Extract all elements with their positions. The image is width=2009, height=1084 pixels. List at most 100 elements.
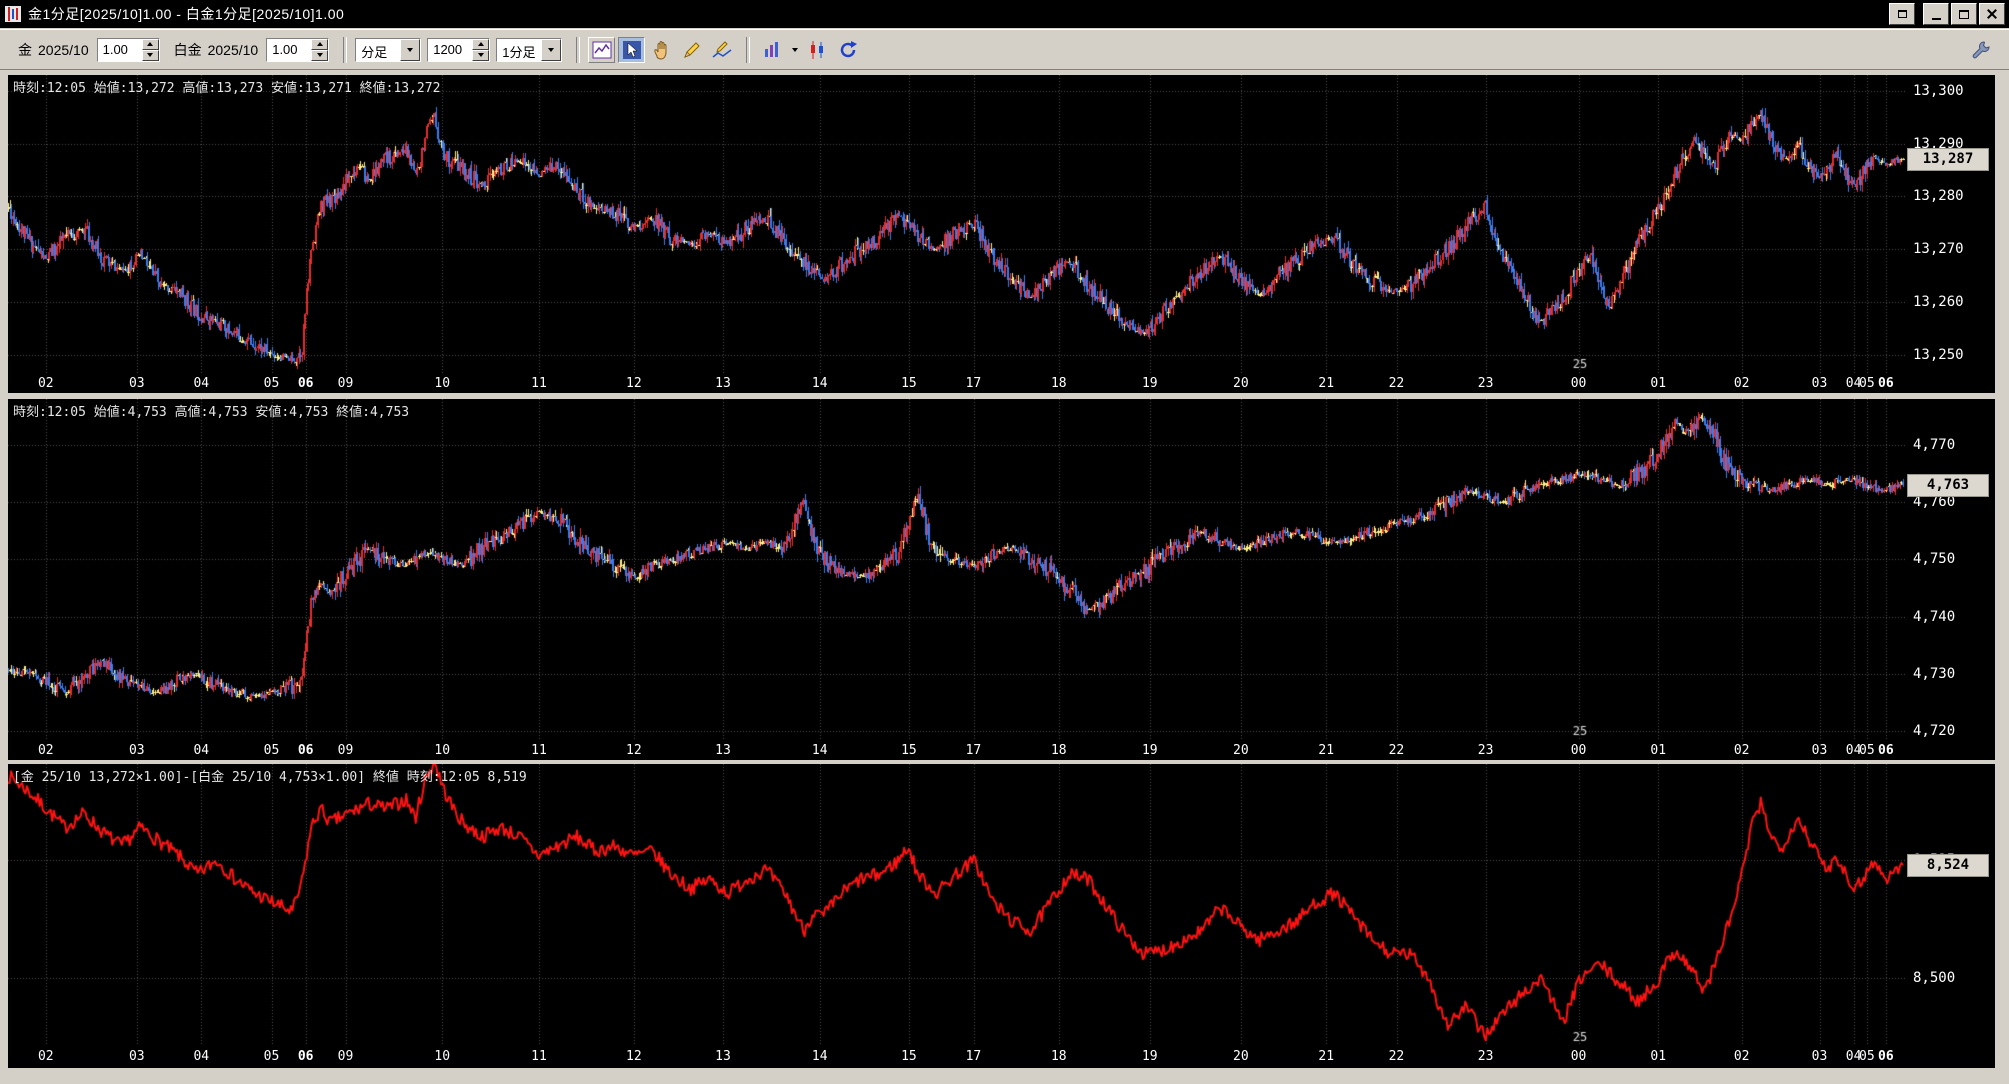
spin-up-button[interactable]: [311, 39, 328, 50]
gold-month[interactable]: 2025/10: [38, 42, 89, 58]
spin-down-button[interactable]: [472, 50, 489, 61]
spin-down-button[interactable]: [311, 50, 328, 61]
gold-candlestick-canvas[interactable]: [8, 75, 1905, 373]
x-tick-label: 05: [264, 743, 280, 758]
x-tick-label: 21: [1318, 1049, 1334, 1064]
platinum-month[interactable]: 2025/10: [208, 42, 259, 58]
y-tick-label: 4,730: [1913, 666, 1955, 682]
toolbar-separator: [343, 37, 347, 63]
x-tick-label: 05: [1859, 743, 1875, 758]
gold-multiplier-value[interactable]: 1.00: [98, 39, 142, 61]
close-button[interactable]: [1979, 3, 2005, 25]
x-tick-label: 00: [1571, 1049, 1587, 1064]
x-tick-label: 00: [1571, 376, 1587, 391]
x-tick-label: 15: [901, 376, 917, 391]
minimize-button[interactable]: [1923, 3, 1949, 25]
y-axis-gold: 13,30013,29013,28013,27013,26013,250: [1905, 75, 1995, 373]
x-tick-label: 20: [1233, 376, 1249, 391]
x-tick-label: 06: [298, 376, 314, 391]
chart-panel-platinum: 時刻:12:05 始値:4,753 高値:4,753 安値:4,753 終値:4…: [8, 399, 1995, 760]
x-tick-label: 02: [38, 376, 54, 391]
titlebar[interactable]: 金1分足[2025/10]1.00 - 白金1分足[2025/10]1.00: [0, 0, 2009, 28]
bar-count-value[interactable]: 1200: [428, 39, 472, 61]
last-price-badge-platinum: 4,763: [1907, 474, 1989, 497]
x-tick-label: 06: [298, 1049, 314, 1064]
platinum-label: 白金: [174, 40, 202, 60]
pan-tool[interactable]: [648, 37, 675, 63]
x-tick-label: 02: [1734, 376, 1750, 391]
x-tick-label: 13: [715, 743, 731, 758]
maximize-button[interactable]: [1951, 3, 1977, 25]
x-tick-label: 14: [812, 376, 828, 391]
x-tick-label: 03: [1812, 376, 1828, 391]
x-tick-label: 04: [193, 376, 209, 391]
chart-panel-gold: 時刻:12:05 始値:13,272 高値:13,273 安値:13,271 終…: [8, 75, 1995, 393]
last-price-badge-gold: 13,287: [1907, 148, 1989, 171]
bar-interval-select[interactable]: 1分足: [496, 38, 562, 62]
x-tick-label: 06: [298, 743, 314, 758]
spread-line-canvas[interactable]: [8, 764, 1905, 1046]
y-tick-label: 13,260: [1913, 294, 1964, 310]
settings-tool[interactable]: [1967, 37, 1994, 63]
toolbar-separator: [746, 37, 750, 63]
select-tool[interactable]: [618, 37, 645, 63]
x-tick-label: 01: [1650, 743, 1666, 758]
x-tick-label: 11: [531, 1049, 547, 1064]
x-tick-label: 10: [434, 1049, 450, 1064]
x-tick-label: 17: [966, 376, 982, 391]
x-tick-label: 12: [626, 743, 642, 758]
y-tick-label: 8,500: [1913, 970, 1955, 986]
pencil-line-tool[interactable]: [708, 37, 735, 63]
chevron-down-icon[interactable]: [400, 39, 420, 61]
x-tick-label: 02: [1734, 1049, 1750, 1064]
x-tick-label: 23: [1478, 743, 1494, 758]
chart-panel-spread: [金 25/10 13,272×1.00]-[白金 25/10 4,753×1.…: [8, 764, 1995, 1068]
x-tick-label: 06: [1878, 376, 1894, 391]
chevron-down-icon[interactable]: [541, 39, 561, 61]
spin-up-button[interactable]: [142, 39, 159, 50]
y-tick-label: 4,740: [1913, 609, 1955, 625]
chart-cursor-tool[interactable]: [588, 37, 615, 63]
y-tick-label: 13,280: [1913, 188, 1964, 204]
x-tick-label: 15: [901, 743, 917, 758]
app-icon: [4, 5, 22, 23]
x-tick-label: 22: [1389, 376, 1405, 391]
x-tick-label: 03: [1812, 743, 1828, 758]
chart-type-dropdown[interactable]: [758, 37, 785, 63]
platinum-multiplier-value[interactable]: 1.00: [267, 39, 311, 61]
platinum-multiplier-spinner[interactable]: 1.00: [266, 38, 329, 62]
x-tick-label: 18: [1051, 376, 1067, 391]
x-tick-label: 00: [1571, 743, 1587, 758]
y-tick-label: 4,770: [1913, 437, 1955, 453]
x-tick-label: 17: [966, 743, 982, 758]
spin-down-button[interactable]: [142, 50, 159, 61]
x-tick-label: 18: [1051, 1049, 1067, 1064]
toolbar: 金 2025/10 1.00 白金 2025/10 1.00 分足 1200: [0, 29, 2009, 70]
x-tick-label: 21: [1318, 376, 1334, 391]
gold-label: 金: [18, 40, 32, 60]
bar-count-spinner[interactable]: 1200: [427, 38, 490, 62]
x-axis-spread: 0203040506091011121314151718192021222300…: [8, 1046, 1995, 1068]
spin-up-button[interactable]: [472, 39, 489, 50]
x-tick-label: 04: [193, 1049, 209, 1064]
x-tick-label: 02: [1734, 743, 1750, 758]
x-tick-label: 04: [193, 743, 209, 758]
float-window-button[interactable]: [1889, 3, 1915, 25]
x-tick-label: 05: [264, 376, 280, 391]
period-type-select[interactable]: 分足: [355, 38, 421, 62]
y-tick-label: 4,720: [1913, 723, 1955, 739]
pencil-tool[interactable]: [678, 37, 705, 63]
refresh-tool[interactable]: [834, 37, 861, 63]
x-tick-label: 05: [1859, 1049, 1875, 1064]
y-tick-label: 13,250: [1913, 347, 1964, 363]
x-tick-label: 06: [1878, 1049, 1894, 1064]
x-tick-label: 11: [531, 743, 547, 758]
x-tick-label: 20: [1233, 1049, 1249, 1064]
gold-multiplier-spinner[interactable]: 1.00: [97, 38, 160, 62]
platinum-candlestick-canvas[interactable]: [8, 399, 1905, 740]
x-axis-gold: 0203040506091011121314151718192021222300…: [8, 373, 1995, 393]
compare-chart-tool[interactable]: [804, 37, 831, 63]
ohlc-info-platinum: 時刻:12:05 始値:4,753 高値:4,753 安値:4,753 終値:4…: [13, 401, 409, 420]
x-tick-label: 19: [1142, 376, 1158, 391]
chevron-down-icon[interactable]: [788, 37, 801, 63]
